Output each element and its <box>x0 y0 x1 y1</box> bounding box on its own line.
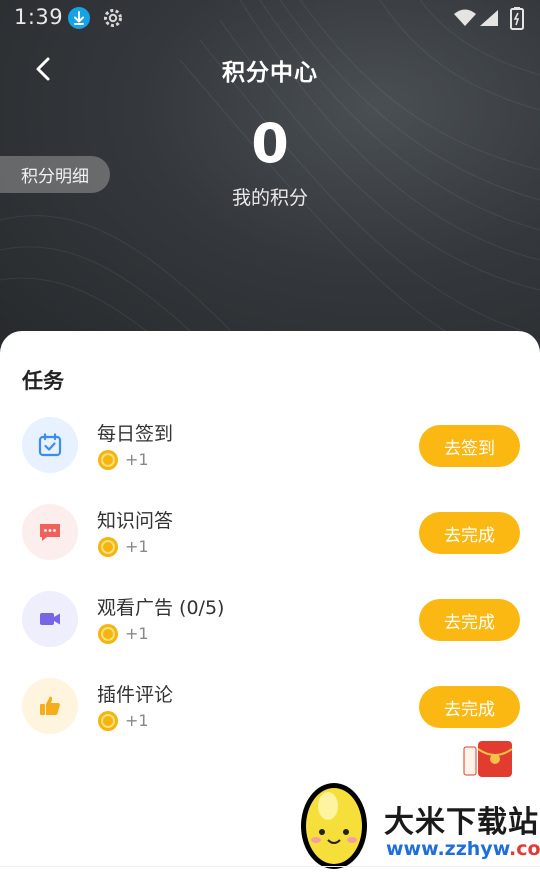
watch-ads-button[interactable]: 去完成 <box>419 599 520 641</box>
task-reward: +1 <box>125 537 149 556</box>
signal-icons <box>454 8 502 32</box>
task-row-plugin-review: 插件评论 +1 去完成 <box>0 678 540 748</box>
bottom-divider <box>0 866 540 867</box>
thumbs-up-icon <box>22 678 78 734</box>
page-title: 积分中心 <box>222 60 318 86</box>
quiz-complete-button[interactable]: 去完成 <box>419 512 520 554</box>
task-name: 知识问答 <box>97 510 174 532</box>
task-name: 每日签到 <box>97 423 174 445</box>
task-row-daily-checkin: 每日签到 +1 去签到 <box>0 417 540 487</box>
coin-icon <box>98 711 118 731</box>
hero-header: 1:39 积分中心 0 我的积分 积分明细 <box>0 0 540 360</box>
coin-icon <box>98 537 118 557</box>
status-bar: 1:39 <box>0 0 540 36</box>
chat-bubble-icon <box>22 504 78 560</box>
task-reward: +1 <box>125 450 149 469</box>
settings-gear-icon <box>101 6 125 34</box>
task-row-quiz: 知识问答 +1 去完成 <box>0 504 540 574</box>
watermark-url-tld: .com <box>509 838 540 860</box>
task-name: 插件评论 <box>97 684 174 706</box>
points-detail-button[interactable]: 积分明细 <box>0 156 110 193</box>
watermark-url-main: www.zzhyw <box>386 838 510 860</box>
wifi-icon <box>454 9 476 26</box>
task-row-watch-ads: 观看广告 (0/5) +1 去完成 <box>0 591 540 661</box>
watermark-url: www.zzhyw.com <box>386 838 540 860</box>
rice-mascot-logo <box>301 783 367 869</box>
status-time: 1:39 <box>14 5 64 29</box>
download-icon <box>68 7 90 29</box>
cell-signal-icon <box>480 10 498 26</box>
red-envelope-icon <box>463 741 513 777</box>
tasks-sheet: 任务 每日签到 +1 去签到 知识问答 +1 去完成 观看广告 (0/5) +1… <box>0 331 540 872</box>
task-reward: +1 <box>125 711 149 730</box>
task-reward: +1 <box>125 624 149 643</box>
battery-icon <box>510 6 524 34</box>
watermark-site-name: 大米下载站 <box>384 805 539 840</box>
coin-icon <box>98 450 118 470</box>
task-name: 观看广告 (0/5) <box>97 597 225 619</box>
calendar-icon <box>22 417 78 473</box>
plugin-review-button[interactable]: 去完成 <box>419 686 520 728</box>
tasks-section-title: 任务 <box>22 369 64 393</box>
checkin-button[interactable]: 去签到 <box>419 425 520 467</box>
video-icon <box>22 591 78 647</box>
coin-icon <box>98 624 118 644</box>
